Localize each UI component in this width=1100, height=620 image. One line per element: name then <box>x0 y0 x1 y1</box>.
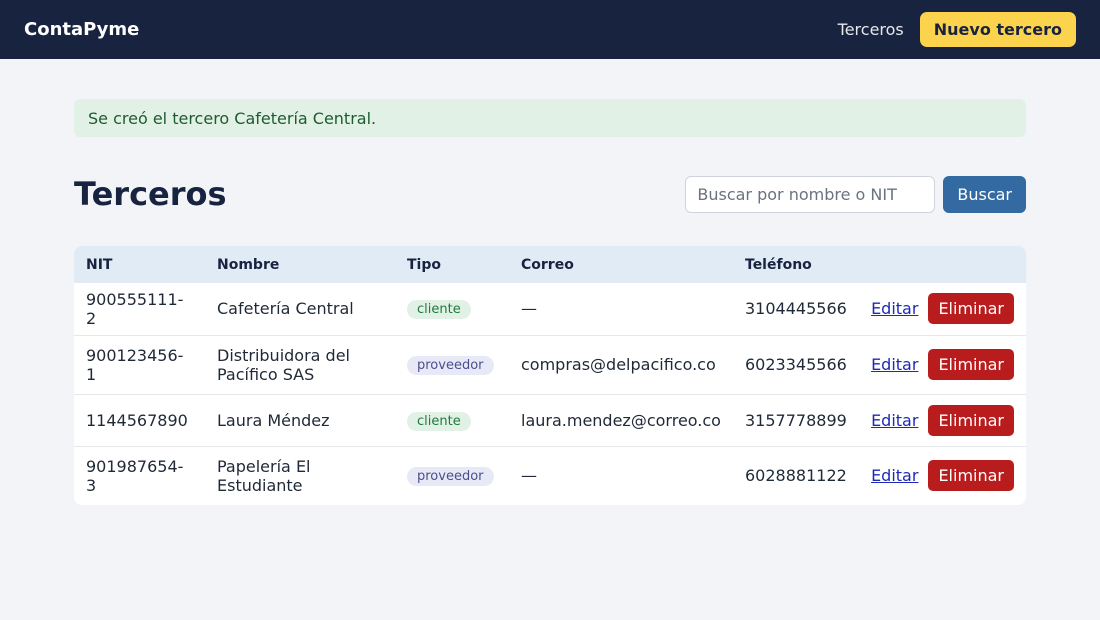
search-button[interactable]: Buscar <box>943 175 1026 213</box>
row-actions: Editar Eliminar <box>871 404 1014 436</box>
row-actions: Editar Eliminar <box>871 293 1014 325</box>
table-row: 1144567890 Laura Méndez cliente laura.me… <box>74 393 1026 446</box>
terceros-table: NIT Nombre Tipo Correo Teléfono 90055511… <box>74 246 1026 505</box>
cell-nombre: Papelería El Estudiante <box>205 445 395 505</box>
delete-button[interactable]: Eliminar <box>928 404 1014 436</box>
tipo-badge: proveedor <box>407 467 494 487</box>
top-navbar: ContaPyme Terceros Nuevo tercero <box>0 0 1100 59</box>
terceros-table-card: NIT Nombre Tipo Correo Teléfono 90055511… <box>74 246 1026 505</box>
cell-nit: 900123456-1 <box>74 334 205 394</box>
delete-button[interactable]: Eliminar <box>928 349 1014 380</box>
title-row: Terceros Buscar <box>74 175 1026 213</box>
new-tercero-button[interactable]: Nuevo tercero <box>919 12 1076 47</box>
edit-link[interactable]: Editar <box>871 299 918 318</box>
header-tipo: Tipo <box>407 256 441 273</box>
tipo-badge: cliente <box>407 300 471 320</box>
cell-tipo: proveedor <box>395 334 509 394</box>
cell-nit: 901987654-3 <box>74 445 205 505</box>
header-telefono: Teléfono <box>745 256 812 273</box>
cell-telefono: 6028881122 <box>733 445 859 505</box>
cell-nombre: Laura Méndez <box>205 393 395 446</box>
row-actions: Editar Eliminar <box>871 349 1014 380</box>
cell-actions: Editar Eliminar <box>858 445 1026 505</box>
search-form: Buscar <box>685 175 1026 213</box>
table-row: 900123456-1 Distribuidora del Pacífico S… <box>74 334 1026 394</box>
cell-actions: Editar Eliminar <box>859 283 1026 335</box>
cell-correo: compras@delpacifico.co <box>509 334 733 394</box>
table-row: 901987654-3 Papelería El Estudiante prov… <box>74 445 1026 505</box>
header-correo: Correo <box>521 256 574 273</box>
edit-link[interactable]: Editar <box>871 411 918 430</box>
cell-nit: 1144567890 <box>74 393 205 446</box>
main-content: Se creó el tercero Cafetería Central. Te… <box>74 59 1026 505</box>
header-nit: NIT <box>86 256 113 273</box>
cell-telefono: 3104445566 <box>745 299 847 319</box>
nav-link-terceros[interactable]: Terceros <box>838 20 904 39</box>
table-header: NIT Nombre Tipo Correo Teléfono <box>74 246 1026 283</box>
header-actions <box>859 246 1026 283</box>
table-row: 900555111-2 Cafetería Central cliente — … <box>74 283 1026 335</box>
cell-correo: — <box>521 299 537 319</box>
header-nombre: Nombre <box>217 256 280 273</box>
cell-nit: 900555111-2 <box>86 289 184 328</box>
cell-correo: — <box>509 445 733 505</box>
row-actions: Editar Eliminar <box>871 460 1014 492</box>
nav-actions: Terceros Nuevo tercero <box>838 12 1076 47</box>
page-title: Terceros <box>74 175 227 213</box>
table-body: 900555111-2 Cafetería Central cliente — … <box>74 283 1026 505</box>
cell-actions: Editar Eliminar <box>858 393 1026 446</box>
edit-link[interactable]: Editar <box>871 466 918 485</box>
tipo-badge: cliente <box>407 411 471 431</box>
cell-actions: Editar Eliminar <box>858 334 1026 394</box>
cell-tipo: cliente <box>395 393 509 446</box>
delete-button[interactable]: Eliminar <box>928 293 1014 325</box>
cell-correo: laura.mendez@correo.co <box>509 393 733 446</box>
tipo-badge: proveedor <box>407 356 494 375</box>
edit-link[interactable]: Editar <box>871 355 918 374</box>
cell-tipo: proveedor <box>395 445 509 505</box>
alert-message: Se creó el tercero Cafetería Central. <box>88 108 377 128</box>
cell-nombre: Distribuidora del Pacífico SAS <box>205 334 395 394</box>
search-input[interactable] <box>685 175 936 213</box>
delete-button[interactable]: Eliminar <box>928 460 1014 492</box>
cell-tipo: cliente <box>395 283 509 335</box>
cell-telefono: 3157778899 <box>733 393 859 446</box>
cell-telefono: 6023345566 <box>733 334 859 394</box>
brand-logo[interactable]: ContaPyme <box>24 19 139 40</box>
cell-nombre: Cafetería Central <box>217 299 354 319</box>
success-alert: Se creó el tercero Cafetería Central. <box>74 99 1026 137</box>
